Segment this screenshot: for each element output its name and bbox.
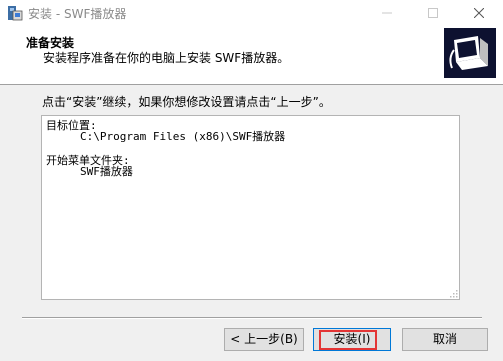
app-icon xyxy=(8,6,23,21)
group-value: SWF播放器 xyxy=(80,165,133,178)
cancel-button[interactable]: 取消 xyxy=(402,328,488,351)
wizard-header: 准备安装 安装程序准备在你的电脑上安装 SWF播放器。 xyxy=(0,26,503,85)
ready-memo[interactable]: 目标位置: C:\Program Files (x86)\SWF播放器 开始菜单… xyxy=(41,115,460,300)
instruction-text: 点击“安装”继续，如果你想修改设置请点击“上一步”。 xyxy=(42,95,331,109)
highlight-box xyxy=(319,330,377,350)
window-title: 安装 - SWF播放器 xyxy=(28,7,127,21)
maximize-icon[interactable] xyxy=(410,0,456,26)
page-subtitle: 安装程序准备在你的电脑上安装 SWF播放器。 xyxy=(43,51,290,65)
minimize-icon[interactable] xyxy=(364,0,410,26)
close-icon[interactable] xyxy=(456,0,502,26)
installer-window: 安装 - SWF播放器 准备安装 安装程序准备在你的电脑上安装 SWF播放器。 … xyxy=(0,0,503,361)
bevel-divider xyxy=(22,317,482,319)
dest-value: C:\Program Files (x86)\SWF播放器 xyxy=(80,130,286,143)
back-button[interactable]: < 上一步(B) xyxy=(224,328,304,351)
resize-grip-icon[interactable] xyxy=(448,288,458,298)
install-button[interactable]: 安装(I) xyxy=(313,328,391,351)
title-bar[interactable]: 安装 - SWF播放器 xyxy=(0,0,503,26)
setup-computer-icon xyxy=(444,28,496,78)
